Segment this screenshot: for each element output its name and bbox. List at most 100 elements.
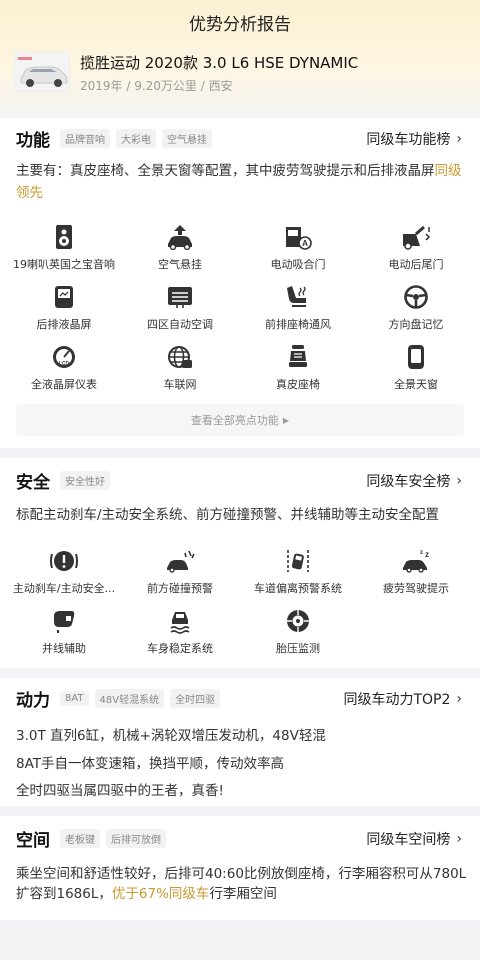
space-desc-text: 扩容到1686L， xyxy=(16,886,112,902)
safety-item-active-brake[interactable]: 主动刹车/主动安全... xyxy=(4,548,124,596)
seat-ventilation-icon xyxy=(287,286,306,307)
feature-item-rear-screen[interactable]: 后排液晶屏 xyxy=(4,284,124,332)
power-line: 3.0T 直列6缸，机械+涡轮双增压发动机，48V轻混 xyxy=(16,728,326,744)
safety-rank-link[interactable]: 同级车安全榜 › xyxy=(366,471,462,491)
feature-item-seat-ventilation[interactable]: 前排座椅通风 xyxy=(238,284,358,332)
safety-item-collision-warning[interactable]: 前方碰撞预警 xyxy=(120,548,240,596)
power-rank-link[interactable]: 同级车动力TOP2 › xyxy=(343,689,462,709)
climate-control-icon xyxy=(168,287,192,308)
space-rank-label: 同级车空间榜 xyxy=(366,832,451,848)
safety-label: 胎压监测 xyxy=(276,642,320,655)
features-tag: 大彩电 xyxy=(116,128,156,148)
view-all-features-label: 查看全部亮点功能 xyxy=(190,414,279,427)
safety-label: 前方碰撞预警 xyxy=(147,582,213,595)
power-line: 全时四驱当属四驱中的王者，真香! xyxy=(16,783,224,799)
power-header: 动力 8AT 48V轻混系统 全时四驱 xyxy=(16,678,226,718)
feature-label: 全景天窗 xyxy=(394,378,438,391)
svg-text:z: z xyxy=(425,550,429,559)
features-description: 主要有：真皮座椅、全景天窗等配置，其中疲劳驾驶提示和后排液晶屏同级领先 xyxy=(16,160,464,204)
feature-label: 电动吸合门 xyxy=(270,258,326,271)
features-rank-label: 同级车功能榜 xyxy=(366,132,451,148)
safety-label: 主动刹车/主动安全... xyxy=(12,582,116,595)
feature-item-speaker[interactable]: 19喇叭英国之宝音响 xyxy=(4,224,124,272)
active-brake-icon xyxy=(50,551,78,571)
power-card: 动力 8AT 48V轻混系统 全时四驱 同级车动力TOP2 › 3.0T 直列6… xyxy=(0,678,480,806)
page-title: 优势分析报告 xyxy=(189,15,291,35)
air-suspension-icon xyxy=(168,225,192,250)
steering-memory-icon xyxy=(404,285,428,309)
space-header: 空间 老板键 后排可放倒 xyxy=(16,818,172,858)
chevron-right-icon: › xyxy=(456,131,462,147)
feature-item-soft-close-door[interactable]: A 电动吸合门 xyxy=(238,224,358,272)
chevron-right-icon: › xyxy=(456,473,462,489)
safety-item-blind-spot[interactable]: 并线辅助 xyxy=(4,608,124,656)
car-thumbnail[interactable] xyxy=(14,52,70,92)
collision-warning-icon xyxy=(167,550,195,573)
space-desc-text: 行李厢空间 xyxy=(209,886,277,902)
power-tag: 全时四驱 xyxy=(170,688,221,708)
chevron-right-icon: › xyxy=(456,691,462,707)
speaker-icon xyxy=(56,225,72,249)
leather-seat-icon xyxy=(289,345,307,367)
safety-item-fatigue-alert[interactable]: z z 疲劳驾驶提示 xyxy=(356,548,476,596)
features-title: 功能 xyxy=(16,130,50,151)
safety-rank-label: 同级车安全榜 xyxy=(366,474,451,490)
safety-tag: 安全性好 xyxy=(60,470,110,490)
feature-label: 后排液晶屏 xyxy=(36,318,92,331)
safety-item-tire-pressure[interactable]: 胎压监测 xyxy=(238,608,358,656)
safety-item-stability-control[interactable]: 车身稳定系统 xyxy=(120,608,240,656)
safety-label: 疲劳驾驶提示 xyxy=(383,582,449,595)
feature-item-lcd-dashboard[interactable]: LCD 全液晶屏仪表 xyxy=(4,344,124,392)
space-tag: 老板键 xyxy=(60,828,100,848)
connected-car-icon xyxy=(168,346,192,368)
features-tag: 空气悬挂 xyxy=(162,128,212,148)
fatigue-alert-icon: z z xyxy=(403,550,429,573)
feature-label: 真皮座椅 xyxy=(276,378,320,391)
feature-item-climate-control[interactable]: 四区自动空调 xyxy=(120,284,240,332)
feature-label: 车联网 xyxy=(163,378,197,391)
features-desc-text: 主要有：真皮座椅、全景天窗等配置，其中疲劳驾驶提示和后排液晶屏 xyxy=(16,163,435,179)
safety-description: 标配主动刹车/主动安全系统、前方碰撞预警、并线辅助等主动安全配置 xyxy=(16,507,440,523)
space-card: 空间 老板键 后排可放倒 同级车空间榜 › 乘坐空间和舒适性较好，后排可40:6… xyxy=(0,816,480,920)
chevron-right-icon: › xyxy=(456,831,462,847)
space-title: 空间 xyxy=(16,830,50,851)
feature-label: 全液晶屏仪表 xyxy=(31,378,97,391)
lcd-dashboard-icon: LCD xyxy=(53,346,75,368)
triangle-right-icon: ▶ xyxy=(282,415,290,425)
space-tag: 后排可放倒 xyxy=(106,828,166,848)
feature-item-air-suspension[interactable]: 空气悬挂 xyxy=(120,224,240,272)
power-line: 8AT手自一体变速箱，换挡平顺，传动效率高 xyxy=(16,756,285,772)
safety-card: 安全 安全性好 同级车安全榜 › 标配主动刹车/主动安全系统、前方碰撞预警、并线… xyxy=(0,458,480,668)
features-header: 功能 品牌音响 大彩电 空气悬挂 xyxy=(16,118,218,158)
tire-pressure-icon xyxy=(287,610,309,632)
power-tag: 48V轻混系统 xyxy=(94,688,165,708)
safety-item-lane-departure[interactable]: 车道偏离预警系统 xyxy=(238,548,358,596)
space-rank-link[interactable]: 同级车空间榜 › xyxy=(366,829,462,849)
safety-label: 车身稳定系统 xyxy=(147,642,213,655)
feature-label: 四区自动空调 xyxy=(147,318,213,331)
power-tag: 8AT xyxy=(60,690,89,706)
features-rank-link[interactable]: 同级车功能榜 › xyxy=(366,129,462,149)
safety-title: 安全 xyxy=(16,472,50,493)
feature-label: 方向盘记忆 xyxy=(388,318,444,331)
space-desc-line: 扩容到1686L，优于67%同级车行李厢空间 xyxy=(16,882,277,902)
safety-label: 车道偏离预警系统 xyxy=(254,582,342,595)
feature-label: 空气悬挂 xyxy=(158,258,202,271)
car-meta: 2019年 / 9.20万公里 / 西安 xyxy=(80,79,233,93)
feature-label: 电动后尾门 xyxy=(388,258,444,271)
features-card: 功能 品牌音响 大彩电 空气悬挂 同级车功能榜 › 主要有：真皮座椅、全景天窗等… xyxy=(0,118,480,448)
feature-item-connected-car[interactable]: 车联网 xyxy=(120,344,240,392)
stability-control-icon xyxy=(170,612,190,634)
power-tailgate-icon xyxy=(403,225,431,250)
power-title: 动力 xyxy=(16,690,50,711)
feature-item-steering-memory[interactable]: 方向盘记忆 xyxy=(356,284,476,332)
view-all-features-button[interactable]: 查看全部亮点功能 ▶ xyxy=(16,404,464,436)
feature-item-power-tailgate[interactable]: 电动后尾门 xyxy=(356,224,476,272)
feature-item-leather-seat[interactable]: 真皮座椅 xyxy=(238,344,358,392)
svg-text:z: z xyxy=(420,550,423,556)
space-desc-highlight: 优于67%同级车 xyxy=(111,886,210,902)
feature-label: 19喇叭英国之宝音响 xyxy=(13,258,115,271)
safety-label: 并线辅助 xyxy=(42,642,86,655)
feature-item-panoramic-sunroof[interactable]: 全景天窗 xyxy=(356,344,476,392)
power-rank-label: 同级车动力TOP2 xyxy=(343,692,451,708)
